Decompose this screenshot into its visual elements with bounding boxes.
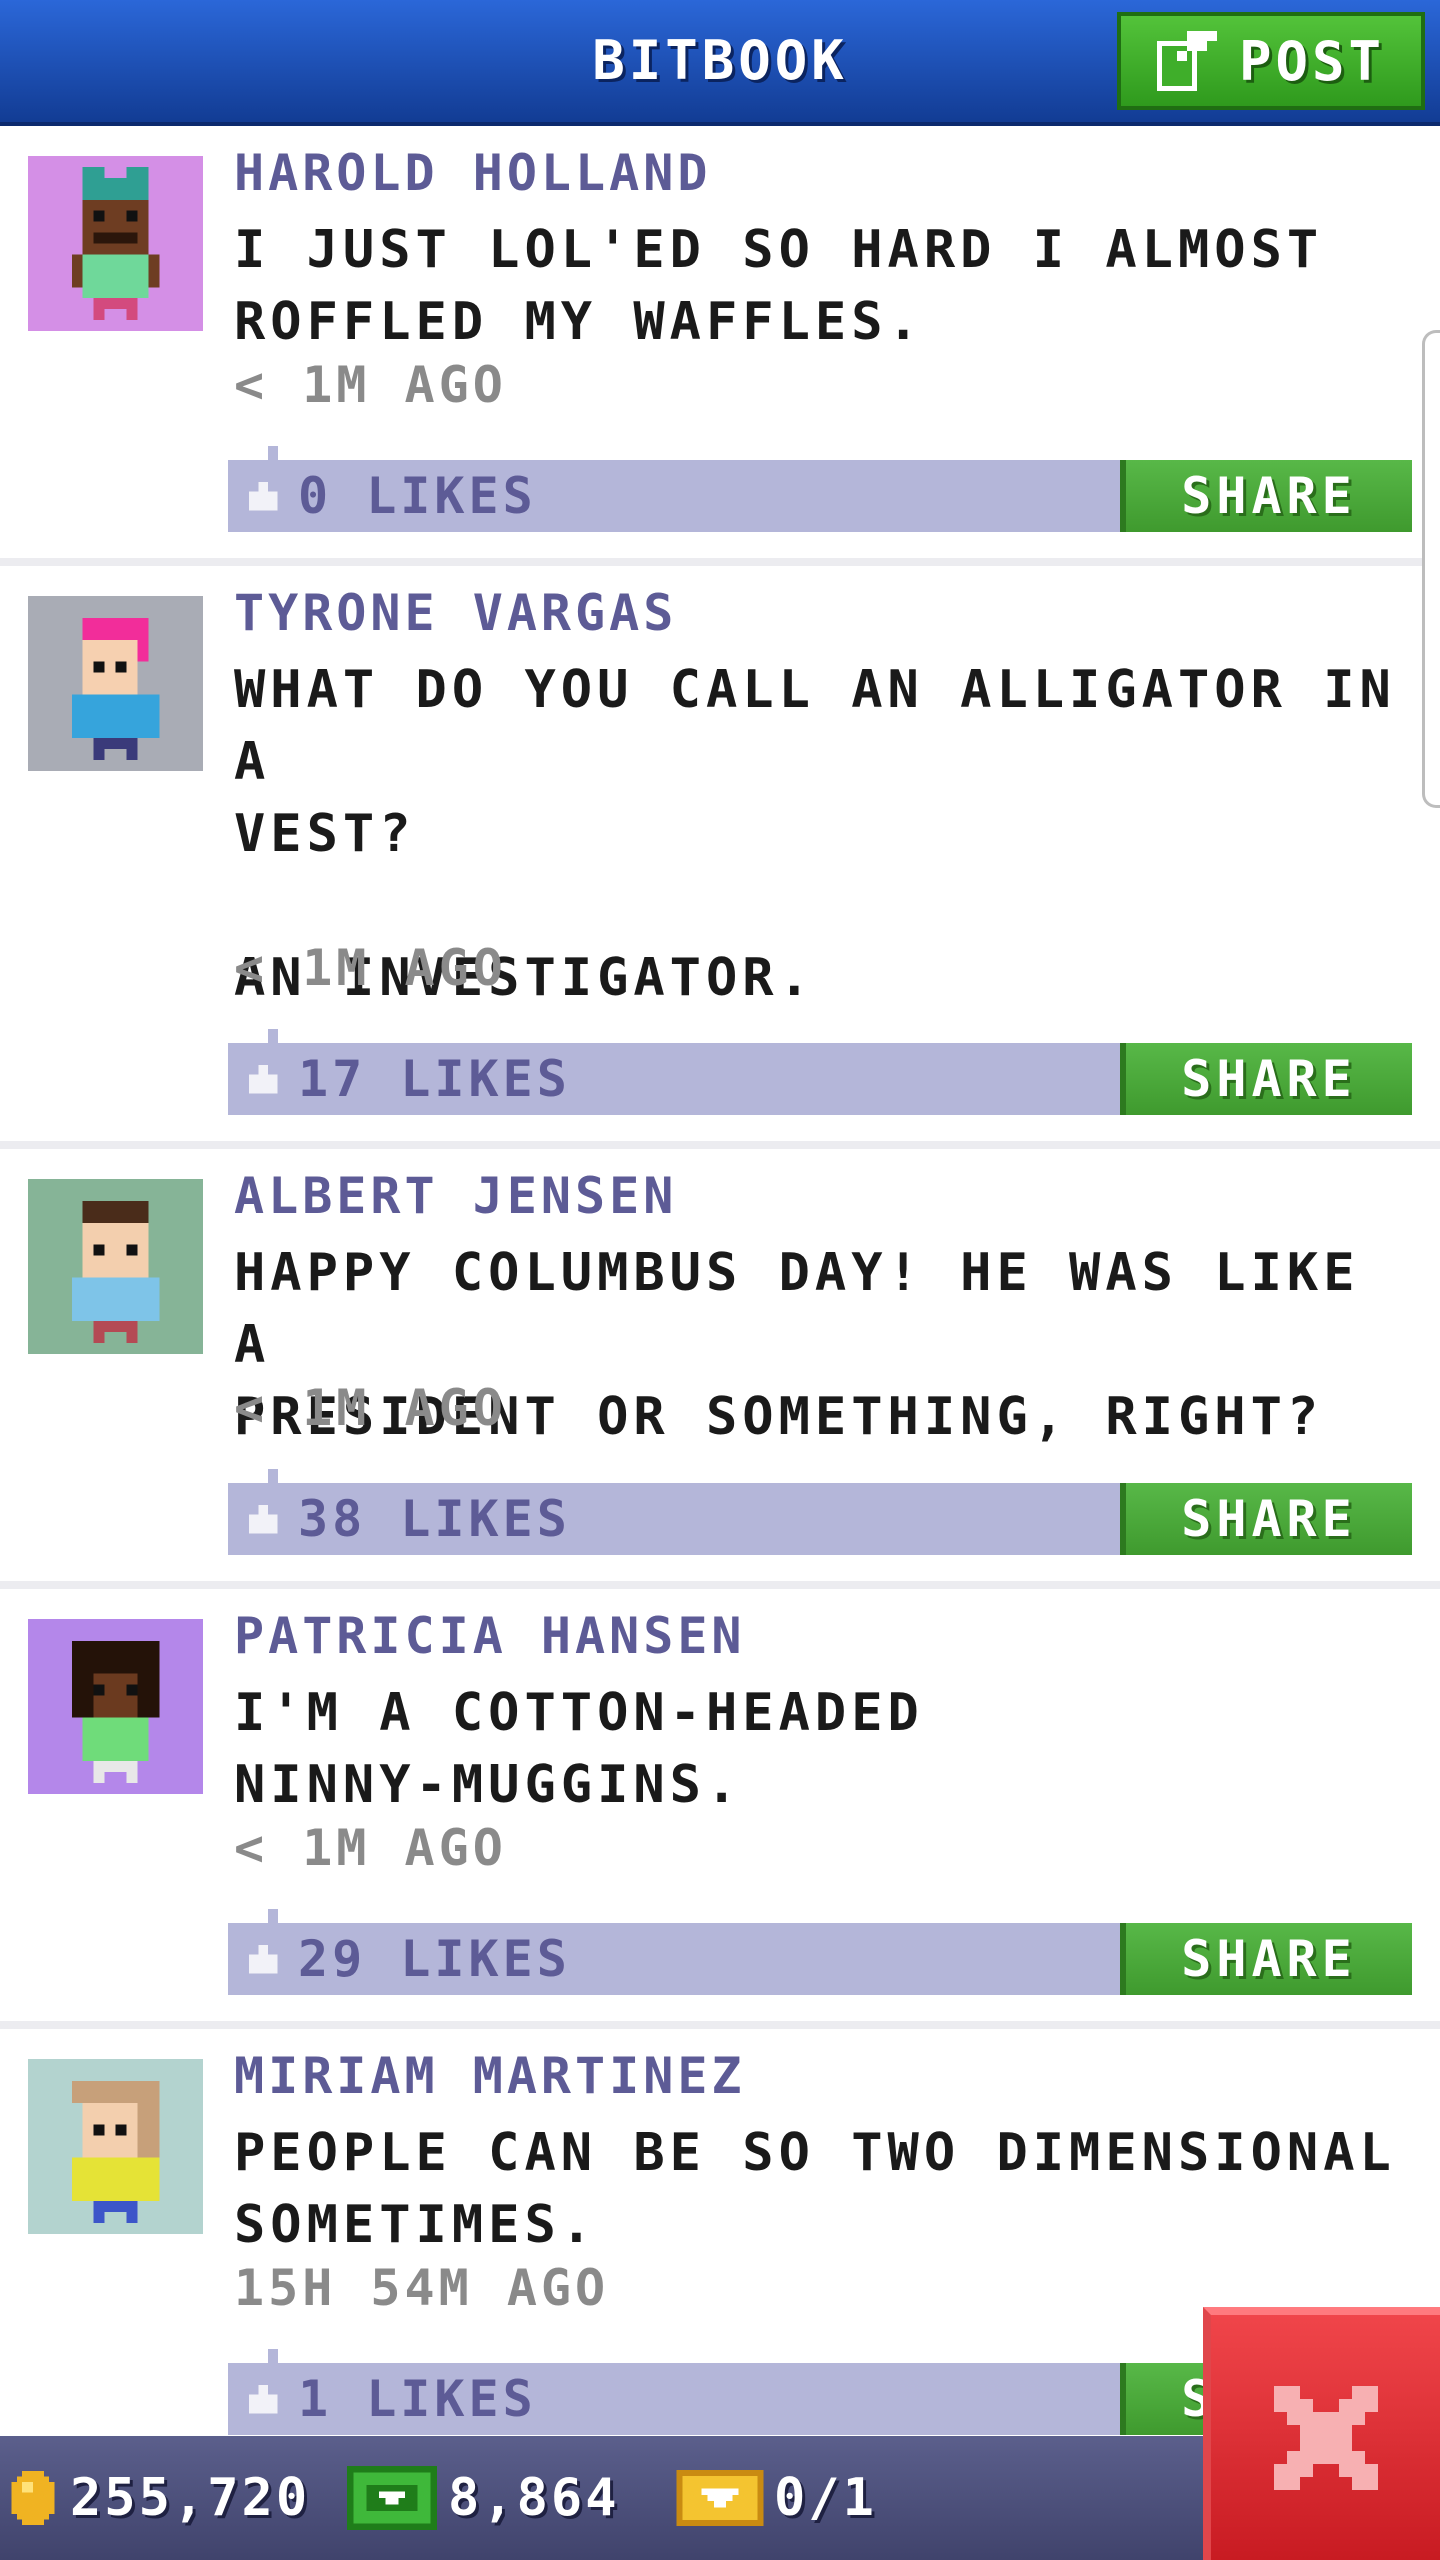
post-action-bar: 0 LIKES SHARE	[228, 446, 1412, 532]
close-icon	[1273, 2385, 1378, 2490]
feed-post: TYRONE VARGAS WHAT DO YOU CALL AN ALLIGA…	[0, 566, 1440, 1149]
ticket-icon	[676, 2470, 764, 2526]
bar-notch	[268, 1469, 278, 1483]
bar-notch	[268, 1029, 278, 1043]
post-time: 15H 54M AGO	[234, 2259, 610, 2317]
bux-value: 8,864	[448, 2468, 620, 2528]
bar-notch	[268, 2349, 278, 2363]
bux-stat: 8,864	[346, 2436, 620, 2560]
post-author[interactable]: HAROLD HOLLAND	[234, 144, 711, 202]
character-avatar-icon	[28, 2059, 203, 2234]
tickets-stat: 0/1	[676, 2436, 877, 2560]
post-time: < 1M AGO	[234, 356, 507, 414]
thumbs-up-icon	[248, 1504, 278, 1534]
post-text: I'M A COTTON-HEADED NINNY-MUGGINS.	[234, 1683, 924, 1815]
like-button[interactable]: 17 LIKES	[228, 1043, 571, 1115]
like-count: 29 LIKES	[298, 1930, 571, 1988]
thumbs-up-icon	[248, 2384, 278, 2414]
like-button[interactable]: 29 LIKES	[228, 1923, 571, 1995]
post-author[interactable]: PATRICIA HANSEN	[234, 1607, 746, 1665]
feed-post: ALBERT JENSEN HAPPY COLUMBUS DAY! HE WAS…	[0, 1149, 1440, 1589]
bar-notch	[268, 1909, 278, 1923]
post-text: I JUST LOL'ED SO HARD I ALMOST ROFFLED M…	[234, 220, 1324, 352]
post-author[interactable]: MIRIAM MARTINEZ	[234, 2047, 746, 2105]
top-bar: BITBOOK POST	[0, 0, 1440, 126]
bux-icon	[347, 2466, 437, 2530]
character-avatar-icon	[28, 596, 203, 771]
post-action-bar: 38 LIKES SHARE	[228, 1469, 1412, 1555]
post-author[interactable]: ALBERT JENSEN	[234, 1167, 677, 1225]
like-count: 1 LIKES	[298, 2370, 537, 2428]
coins-value: 255,720	[70, 2468, 311, 2528]
like-count: 17 LIKES	[298, 1050, 571, 1108]
avatar[interactable]	[28, 1619, 203, 1794]
scrollbar[interactable]	[1422, 330, 1440, 808]
coins-stat: 255,720	[6, 2436, 310, 2560]
post-button-label: POST	[1238, 29, 1386, 93]
post-action-bar: 29 LIKES SHARE	[228, 1909, 1412, 1995]
thumbs-up-icon	[248, 481, 278, 511]
avatar[interactable]	[28, 1179, 203, 1354]
avatar[interactable]	[28, 2059, 203, 2234]
character-avatar-icon	[28, 1179, 203, 1354]
post-time: < 1M AGO	[234, 939, 507, 997]
post-author[interactable]: TYRONE VARGAS	[234, 584, 677, 642]
share-button[interactable]: SHARE	[1120, 1043, 1412, 1115]
compose-icon	[1156, 31, 1217, 91]
post-time: < 1M AGO	[234, 1819, 507, 1877]
coin-icon	[11, 2471, 55, 2525]
like-button[interactable]: 38 LIKES	[228, 1483, 571, 1555]
feed-post: HAROLD HOLLAND I JUST LOL'ED SO HARD I A…	[0, 126, 1440, 566]
character-avatar-icon	[28, 1619, 203, 1794]
avatar[interactable]	[28, 596, 203, 771]
like-button[interactable]: 0 LIKES	[228, 460, 537, 532]
feed-post: PATRICIA HANSEN I'M A COTTON-HEADED NINN…	[0, 1589, 1440, 2029]
character-avatar-icon	[28, 156, 203, 331]
share-button[interactable]: SHARE	[1120, 1483, 1412, 1555]
tickets-value: 0/1	[774, 2468, 877, 2528]
avatar[interactable]	[28, 156, 203, 331]
share-button[interactable]: SHARE	[1120, 460, 1412, 532]
post-action-bar: 17 LIKES SHARE	[228, 1029, 1412, 1115]
post-text: PEOPLE CAN BE SO TWO DIMENSIONAL SOMETIM…	[234, 2123, 1396, 2255]
close-button[interactable]	[1203, 2307, 1440, 2560]
share-button[interactable]: SHARE	[1120, 1923, 1412, 1995]
like-count: 0 LIKES	[298, 467, 537, 525]
bar-notch	[268, 446, 278, 460]
post-button[interactable]: POST	[1117, 12, 1425, 110]
thumbs-up-icon	[248, 1064, 278, 1094]
post-time: < 1M AGO	[234, 1379, 507, 1437]
like-button[interactable]: 1 LIKES	[228, 2363, 537, 2435]
thumbs-up-icon	[248, 1944, 278, 1974]
like-count: 38 LIKES	[298, 1490, 571, 1548]
